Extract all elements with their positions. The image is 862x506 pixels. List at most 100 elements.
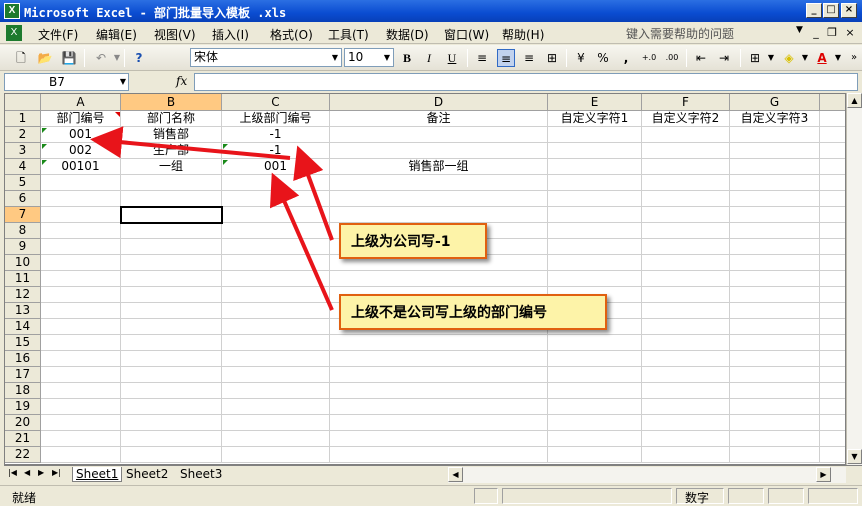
cell[interactable] [41, 303, 121, 319]
cell[interactable] [222, 367, 330, 383]
cell[interactable] [820, 223, 845, 239]
cell[interactable] [330, 207, 548, 223]
menu-window[interactable]: 窗口(W) [444, 26, 489, 43]
cell[interactable] [730, 223, 820, 239]
comma-button[interactable]: , [617, 49, 635, 67]
borders-dropdown-icon[interactable]: ▼ [762, 49, 780, 67]
cell[interactable] [41, 175, 121, 191]
cell[interactable] [222, 223, 330, 239]
decrease-indent-icon[interactable]: ⇤ [692, 49, 710, 67]
menu-format[interactable]: 格式(O) [270, 26, 313, 43]
cell[interactable] [121, 415, 222, 431]
cell-b1[interactable]: 部门名称 [121, 111, 222, 127]
cell[interactable] [41, 207, 121, 223]
column-header-d[interactable]: D [330, 94, 548, 111]
cell[interactable] [121, 287, 222, 303]
cell[interactable] [121, 303, 222, 319]
cell[interactable] [820, 303, 845, 319]
bold-button[interactable]: B [398, 49, 416, 67]
cell[interactable] [548, 175, 642, 191]
cell[interactable] [121, 447, 222, 463]
cell[interactable] [548, 207, 642, 223]
cell[interactable] [820, 383, 845, 399]
menu-file[interactable]: 文件(F) [38, 26, 78, 43]
help-icon[interactable]: ? [130, 49, 148, 67]
cell-f4[interactable] [642, 159, 730, 175]
cell[interactable] [730, 255, 820, 271]
cell[interactable] [330, 335, 548, 351]
italic-button[interactable]: I [420, 49, 438, 67]
cell[interactable] [41, 351, 121, 367]
cell[interactable] [222, 415, 330, 431]
scroll-left-icon[interactable]: ◀ [448, 467, 463, 482]
menu-view[interactable]: 视图(V) [154, 26, 196, 43]
cell-e2[interactable] [548, 127, 642, 143]
name-box[interactable]: B7 ▼ [4, 73, 129, 91]
row-header-1[interactable]: 1 [5, 111, 41, 127]
select-all-corner[interactable] [5, 94, 41, 111]
cell[interactable] [820, 127, 845, 143]
row-header-19[interactable]: 19 [5, 399, 41, 415]
cell-d4[interactable]: 销售部一组 [330, 159, 548, 175]
next-sheet-icon[interactable]: ▶ [38, 468, 44, 477]
cell[interactable] [642, 191, 730, 207]
row-header-4[interactable]: 4 [5, 159, 41, 175]
cell-f2[interactable] [642, 127, 730, 143]
cell[interactable] [41, 415, 121, 431]
cell[interactable] [222, 431, 330, 447]
save-icon[interactable]: 💾 [60, 49, 78, 67]
column-header-e[interactable]: E [548, 94, 642, 111]
cell[interactable] [330, 351, 548, 367]
cell[interactable] [330, 399, 548, 415]
cell[interactable] [820, 415, 845, 431]
cell[interactable] [820, 367, 845, 383]
selected-cell-outline[interactable] [120, 206, 223, 224]
currency-icon[interactable]: ¥ [572, 49, 590, 67]
menu-help[interactable]: 帮助(H) [502, 26, 544, 43]
cell[interactable] [41, 239, 121, 255]
cell[interactable] [642, 351, 730, 367]
cell[interactable] [730, 335, 820, 351]
cell[interactable] [330, 383, 548, 399]
vertical-scrollbar[interactable]: ▲ ▼ [846, 93, 862, 465]
cell[interactable] [222, 207, 330, 223]
cell[interactable] [222, 399, 330, 415]
cell[interactable] [642, 239, 730, 255]
cell[interactable] [330, 415, 548, 431]
align-right-icon[interactable]: ≡ [520, 49, 538, 67]
horizontal-scrollbar[interactable]: ◀ ▶ [448, 467, 846, 483]
cell-e1[interactable]: 自定义字符1 [548, 111, 642, 127]
cell-b4[interactable]: 一组 [121, 159, 222, 175]
cell[interactable] [41, 191, 121, 207]
underline-button[interactable]: U [443, 49, 461, 67]
open-folder-icon[interactable]: 📂 [36, 49, 54, 67]
cell[interactable] [548, 223, 642, 239]
row-header-21[interactable]: 21 [5, 431, 41, 447]
row-header-17[interactable]: 17 [5, 367, 41, 383]
cell[interactable] [730, 271, 820, 287]
menu-data[interactable]: 数据(D) [386, 26, 429, 43]
cell[interactable] [330, 191, 548, 207]
cell[interactable] [642, 271, 730, 287]
cell[interactable] [730, 175, 820, 191]
cell[interactable] [820, 287, 845, 303]
row-header-8[interactable]: 8 [5, 223, 41, 239]
row-header-20[interactable]: 20 [5, 415, 41, 431]
cell[interactable] [820, 255, 845, 271]
cell[interactable] [41, 255, 121, 271]
row-header-16[interactable]: 16 [5, 351, 41, 367]
cell[interactable] [121, 175, 222, 191]
cell-b2[interactable]: 销售部 [121, 127, 222, 143]
cell[interactable] [121, 223, 222, 239]
cell[interactable] [730, 415, 820, 431]
new-file-icon[interactable]: 🗋 [12, 49, 30, 67]
cell[interactable] [121, 383, 222, 399]
cell[interactable] [820, 399, 845, 415]
increase-decimal-icon[interactable]: +.0 [640, 49, 658, 67]
menu-tools[interactable]: 工具(T) [328, 26, 369, 43]
cell[interactable] [642, 367, 730, 383]
cell-f1[interactable]: 自定义字符2 [642, 111, 730, 127]
cell[interactable] [121, 335, 222, 351]
cell[interactable] [548, 255, 642, 271]
cell[interactable] [820, 271, 845, 287]
